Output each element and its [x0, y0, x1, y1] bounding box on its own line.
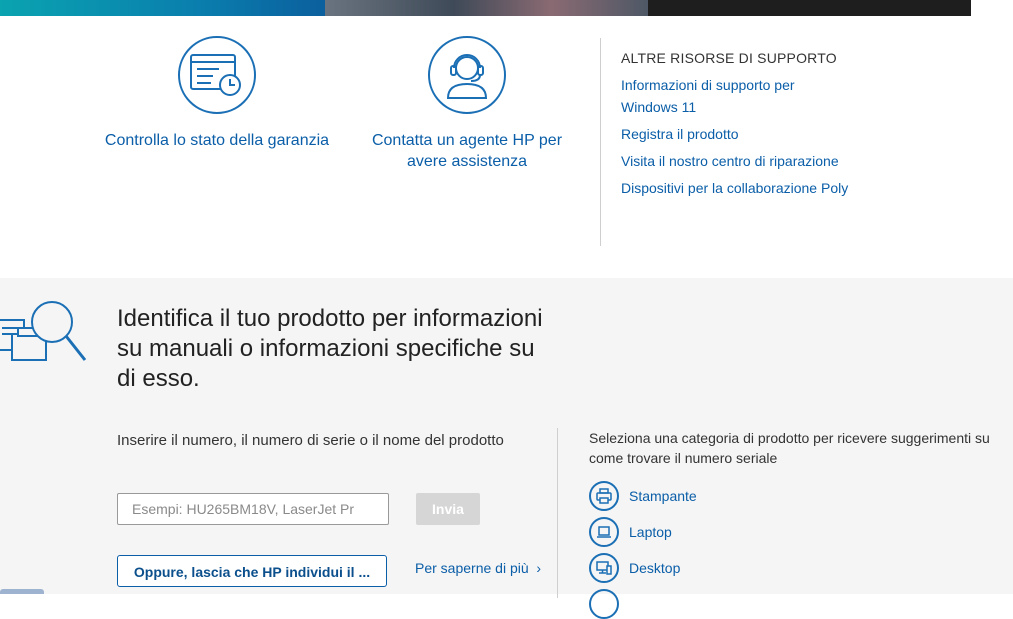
- identify-product-section: Identifica il tuo prodotto per informazi…: [0, 278, 1013, 619]
- category-desktop[interactable]: Desktop: [589, 553, 680, 583]
- product-input-prompt: Inserire il numero, il numero di serie o…: [117, 432, 504, 449]
- category-label: Laptop: [629, 524, 672, 540]
- desktop-icon: [589, 553, 619, 583]
- warranty-calendar-clock-icon: [178, 36, 256, 114]
- product-search-magnifier-icon: [0, 290, 90, 370]
- other-support-resources: ALTRE RISORSE DI SUPPORTO Informazioni d…: [621, 50, 851, 204]
- hero-banner-strip: [0, 0, 971, 16]
- link-repair-center[interactable]: Visita il nostro centro di riparazione: [621, 150, 851, 172]
- identify-divider: [557, 428, 558, 598]
- category-printer[interactable]: Stampante: [589, 481, 697, 511]
- link-poly-devices[interactable]: Dispositivi per la collaborazione Poly: [621, 177, 851, 199]
- contact-agent-tile[interactable]: Contatta un agente HP per avere assisten…: [357, 36, 577, 172]
- banner-panel-2: [325, 0, 648, 16]
- identify-heading: Identifica il tuo prodotto per informazi…: [117, 305, 543, 392]
- category-prompt: Seleziona una categoria di prodotto per …: [589, 430, 990, 466]
- category-laptop[interactable]: Laptop: [589, 517, 672, 547]
- resources-heading: ALTRE RISORSE DI SUPPORTO: [621, 50, 837, 66]
- product-search-input[interactable]: [117, 493, 389, 525]
- warranty-status-tile[interactable]: Controlla lo stato della garanzia: [96, 36, 338, 151]
- learn-more-link[interactable]: Per saperne di più ›: [415, 560, 541, 576]
- banner-panel-1: [0, 0, 325, 16]
- support-agent-headset-icon: [428, 36, 506, 114]
- feedback-tab[interactable]: [0, 589, 44, 594]
- learn-more-label: Per saperne di più: [415, 560, 529, 576]
- submit-button[interactable]: Invia: [416, 493, 480, 525]
- printer-icon: [589, 481, 619, 511]
- category-label: Stampante: [629, 488, 697, 504]
- link-register-product[interactable]: Registra il prodotto: [621, 123, 851, 145]
- category-label: Desktop: [629, 560, 681, 576]
- link-windows11-support[interactable]: Informazioni di supporto per Windows 11: [621, 74, 851, 118]
- section-divider: [600, 38, 601, 246]
- chevron-right-icon: ›: [532, 560, 542, 576]
- laptop-icon: [589, 517, 619, 547]
- hp-detect-button[interactable]: Oppure, lascia che HP individui il ...: [117, 555, 387, 587]
- banner-panel-3: [648, 0, 971, 16]
- warranty-label: Controlla lo stato della garanzia: [104, 132, 330, 149]
- agent-label: Contatta un agente HP per avere assisten…: [371, 132, 563, 170]
